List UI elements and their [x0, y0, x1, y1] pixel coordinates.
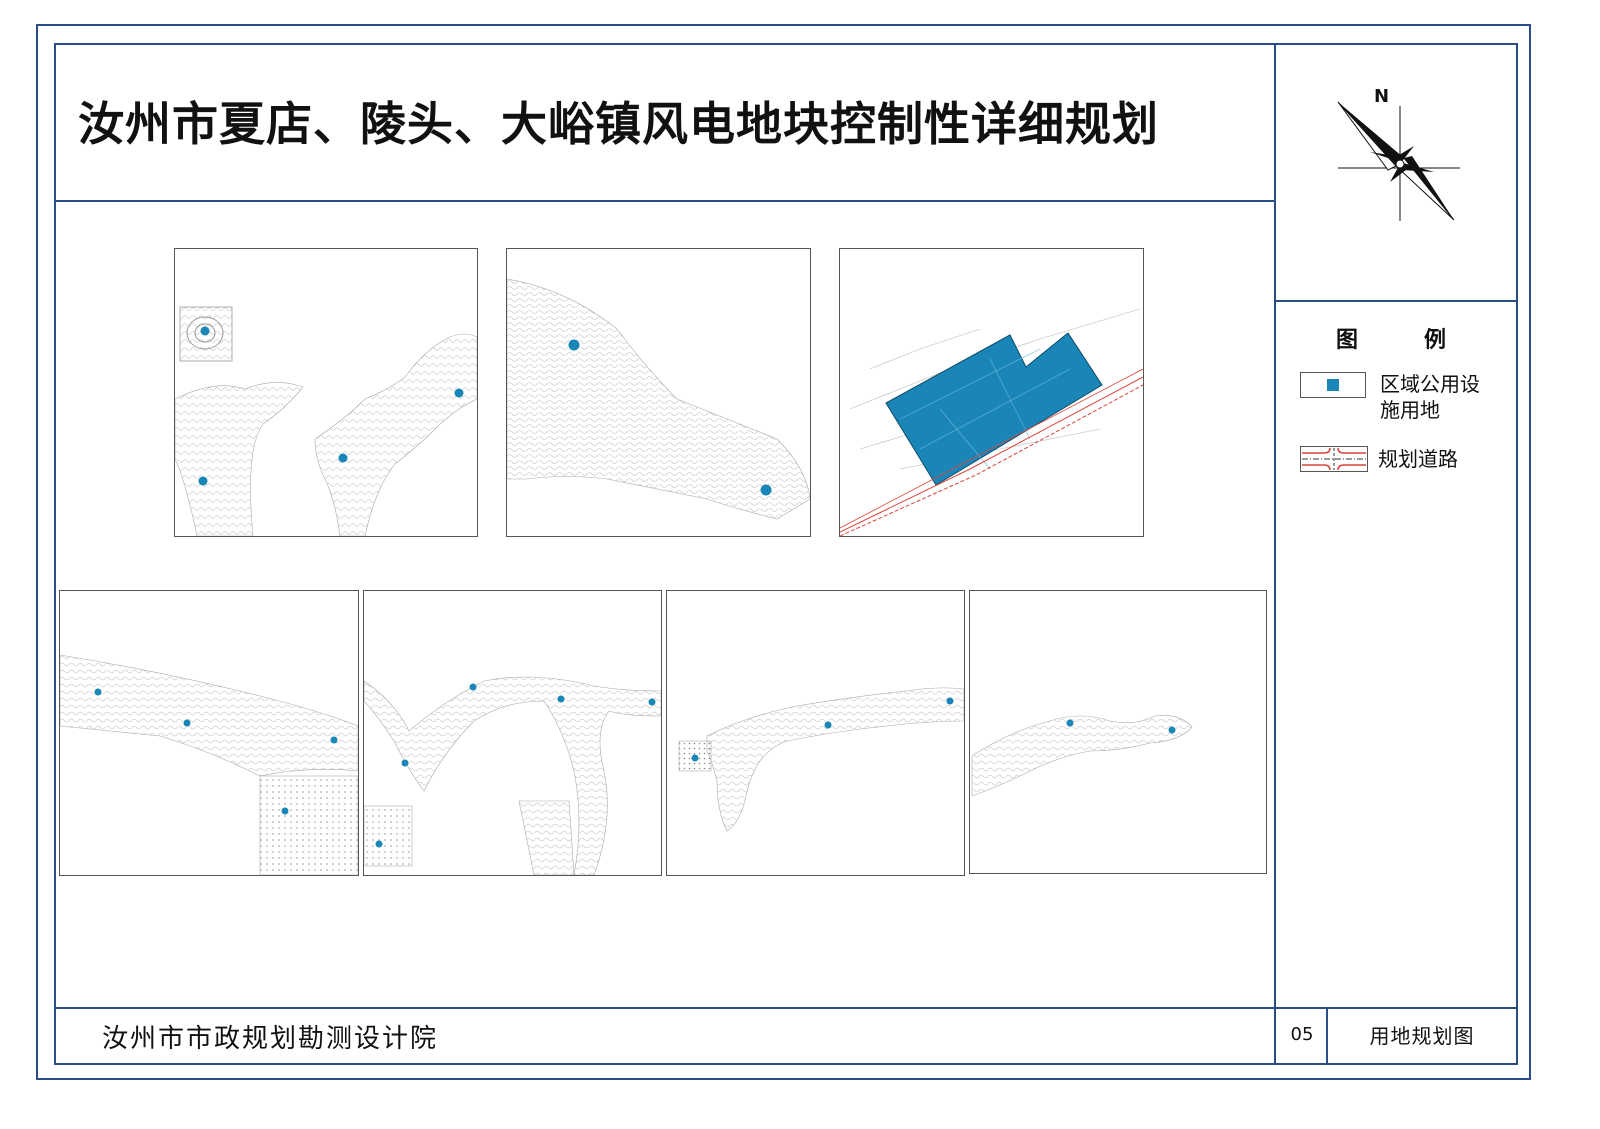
facility-point — [198, 476, 208, 486]
north-label: N — [1374, 86, 1390, 107]
landuse-square-icon — [1327, 379, 1339, 391]
legend-heading-left: 图 — [1336, 328, 1359, 353]
facility-point — [183, 719, 191, 727]
compass: N — [1330, 86, 1470, 226]
legend-label-landuse: 区域公用设 施用地 — [1380, 371, 1480, 423]
map-panel-4 — [59, 590, 359, 876]
facility-point — [338, 453, 348, 463]
facility-point — [824, 721, 832, 729]
legend-swatch-road — [1300, 446, 1368, 472]
legend-heading-right: 例 — [1424, 328, 1447, 353]
map-panel-7 — [969, 590, 1267, 874]
legend-swatch-landuse — [1300, 372, 1366, 398]
north-arrow-icon — [1337, 101, 1460, 221]
facility-point — [648, 698, 656, 706]
footer-cell-divider — [1326, 1007, 1328, 1065]
legend-label-road: 规划道路 — [1378, 447, 1458, 471]
sheet-name: 用地规划图 — [1369, 1024, 1475, 1048]
map-panel-2 — [506, 248, 811, 537]
facility-point — [946, 697, 954, 705]
legend-label-landuse-line2: 施用地 — [1380, 398, 1440, 422]
landuse-parcel — [885, 332, 1103, 486]
map-panel-3 — [839, 248, 1144, 537]
map-panel-1 — [174, 248, 478, 537]
legend-label-landuse-line1: 区域公用设 — [1380, 372, 1480, 396]
footer-divider — [54, 1007, 1518, 1009]
road-symbol-icon — [1300, 446, 1368, 472]
facility-point — [691, 754, 699, 762]
facility-point — [760, 484, 772, 496]
sidebar-divider — [1274, 43, 1276, 1065]
institute-name: 汝州市市政规划勘测设计院 — [102, 1024, 439, 1054]
facility-point — [281, 807, 289, 815]
facility-point — [94, 688, 102, 696]
facility-point — [568, 339, 580, 351]
map-panel-6 — [666, 590, 965, 876]
page-number: 05 — [1290, 1024, 1314, 1045]
facility-point — [469, 683, 477, 691]
facility-point — [454, 388, 464, 398]
facility-point — [375, 840, 383, 848]
facility-point — [200, 326, 210, 336]
map-panel-5 — [363, 590, 662, 876]
page-title: 汝州市夏店、陵头、大峪镇风电地块控制性详细规划 — [78, 97, 1159, 151]
facility-point — [330, 736, 338, 744]
facility-point — [1168, 726, 1176, 734]
compass-divider — [1274, 300, 1518, 302]
title-divider — [54, 200, 1276, 202]
facility-point — [1066, 719, 1074, 727]
inner-frame — [54, 43, 1518, 1065]
facility-point — [401, 759, 409, 767]
facility-point — [557, 695, 565, 703]
